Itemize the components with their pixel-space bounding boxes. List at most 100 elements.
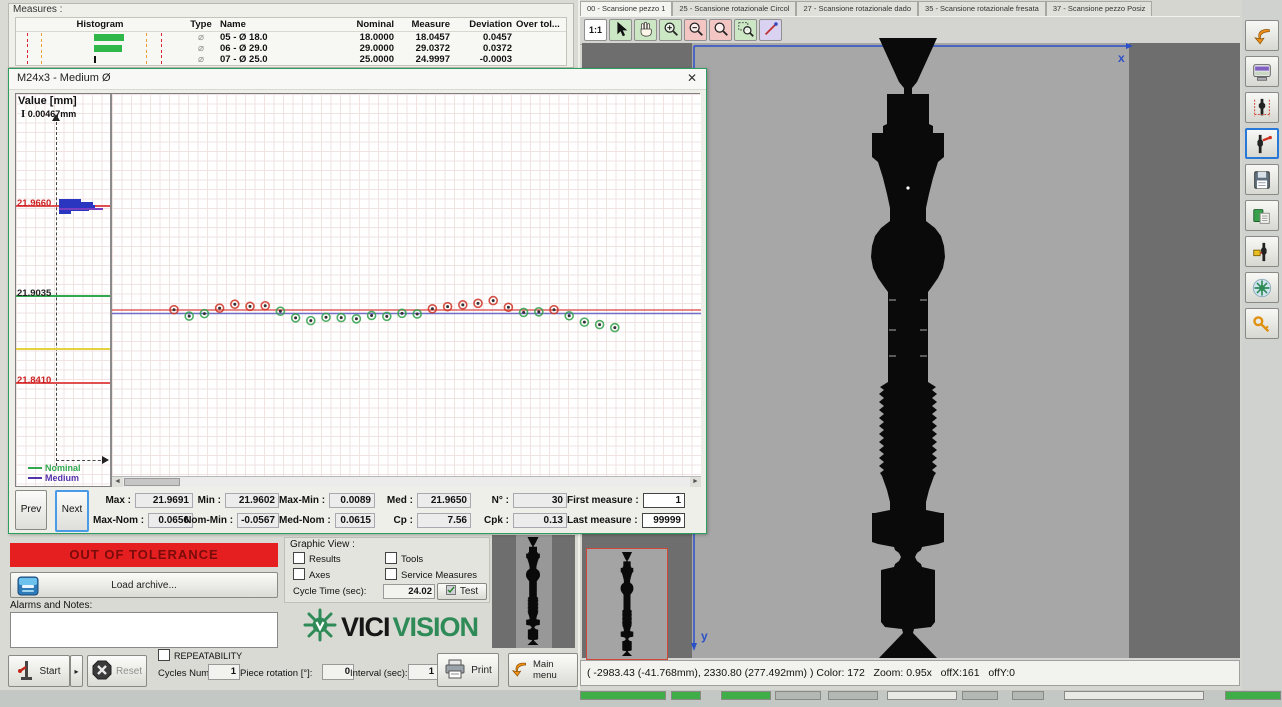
taskbar-item[interactable] [1012, 691, 1044, 700]
save-button[interactable] [1245, 164, 1279, 195]
taskbar-item[interactable] [1064, 691, 1204, 700]
taskbar-item[interactable] [775, 691, 821, 700]
test-button[interactable]: Test [437, 583, 487, 600]
data-point [352, 315, 360, 323]
scan-tab[interactable]: 25 - Scansione rotazionale Circol [672, 1, 796, 16]
zoom-previous-tool-button[interactable] [709, 19, 732, 41]
measure-line-tool-button[interactable] [759, 19, 782, 41]
scan-tab[interactable]: 00 - Scansione pezzo 1 [580, 1, 672, 16]
right-toolbar [1242, 0, 1282, 707]
legend-nominal: Nominal [28, 463, 81, 473]
value-axis-panel: Value [mm] I 0.00467mm 21.9660 21.9035 2… [16, 94, 112, 486]
taskbar-item[interactable] [1225, 691, 1281, 700]
checkbox-service-measures[interactable]: Service Measures [385, 568, 477, 581]
alarms-notes-input[interactable] [10, 612, 278, 648]
checkbox-axes[interactable]: Axes [293, 568, 330, 581]
plot-hscrollbar[interactable]: ◄ ► [112, 476, 701, 487]
main-menu-button[interactable]: Main menu [508, 653, 578, 687]
load-archive-label: Load archive... [111, 580, 177, 591]
measures-rows: ⌀05 - Ø 18.018.000018.04570.0457⌀06 - Ø … [16, 32, 566, 65]
column-header: Measure [396, 19, 452, 30]
tolerance-dash-icon [161, 55, 162, 64]
close-icon[interactable]: ✕ [684, 71, 700, 85]
measures-panel: Measures : HistogramTypeNameNominalMeasu… [8, 3, 574, 68]
vici-info-button[interactable] [1245, 272, 1279, 303]
scan-tab[interactable]: 35 - Scansione rotazionale fresata [918, 1, 1046, 16]
taskbar-item[interactable] [887, 691, 957, 700]
measure-program-button[interactable] [1245, 92, 1279, 123]
table-row[interactable]: ⌀07 - Ø 25.025.000024.9997-0.0003 [16, 54, 566, 65]
pan-tool-button[interactable] [634, 19, 657, 41]
stat-label: Min : [198, 495, 225, 506]
access-key-button[interactable] [1245, 308, 1279, 339]
magnifier-icon [712, 20, 730, 38]
scan-tab[interactable]: 27 - Scansione rotazionale dado [796, 1, 918, 16]
printer-icon [444, 659, 466, 682]
interval-field[interactable]: 1 [408, 664, 438, 680]
table-row[interactable]: ⌀06 - Ø 29.029.000029.03720.0372 [16, 43, 566, 54]
checkbox-tools[interactable]: Tools [385, 552, 423, 565]
stat-field: 0.0615 [335, 513, 375, 528]
cycles-num-field[interactable]: 1 [208, 664, 240, 680]
zoom-window-tool-button[interactable] [734, 19, 757, 41]
zoom-in-tool-button[interactable] [659, 19, 682, 41]
scroll-left-icon[interactable]: ◄ [112, 477, 123, 487]
prev-button[interactable]: Prev [15, 490, 47, 530]
start-button[interactable]: Start [8, 655, 70, 687]
screen: Measures : HistogramTypeNameNominalMeasu… [0, 0, 1282, 707]
name-cell: 07 - Ø 25.0 [218, 54, 338, 65]
dialog-titlebar[interactable]: M24x3 - Medium Ø ✕ [9, 69, 706, 90]
stat-input[interactable]: 1 [643, 493, 685, 508]
scroll-right-icon[interactable]: ► [690, 477, 701, 487]
repeatability-checkbox[interactable]: REPEATABILITY [158, 649, 242, 661]
dialog-title: M24x3 - Medium Ø [17, 72, 111, 84]
main-menu-nav-button[interactable] [1245, 20, 1279, 51]
measure-cell: 18.0457 [396, 32, 452, 43]
taskbar-item[interactable] [828, 691, 878, 700]
scan-zoom-thumbnail[interactable] [586, 548, 668, 660]
deviation-cell: 0.0372 [452, 43, 514, 54]
part-preview-thumbnail[interactable] [492, 535, 575, 648]
zoom-1-1-button[interactable]: 1:1 [584, 19, 607, 41]
vicivision-logo: VICIVISION [292, 604, 488, 650]
tools-setup-button[interactable] [1245, 236, 1279, 267]
vici-logo-icon [1251, 277, 1273, 299]
reset-button[interactable]: Reset [87, 655, 147, 687]
column-header: Type [184, 19, 218, 30]
results-monitor-button[interactable] [1245, 56, 1279, 87]
nominal-cell: 25.0000 [338, 54, 396, 65]
start-dropdown-button[interactable]: ▸ [70, 655, 83, 687]
table-row[interactable]: ⌀05 - Ø 18.018.000018.04570.0457 [16, 32, 566, 43]
zoom-out-tool-button[interactable] [684, 19, 707, 41]
checkbox-results[interactable]: Results [293, 552, 341, 565]
orange-arrow-icon [1251, 25, 1273, 47]
results-monitor-icon [1251, 61, 1273, 83]
scan-tab[interactable]: 37 - Scansione pezzo Posiz [1046, 1, 1153, 16]
stat-input[interactable]: 99999 [642, 513, 685, 528]
next-button[interactable]: Next [55, 490, 89, 532]
print-button[interactable]: Print [437, 653, 499, 687]
main-menu-arrow-icon [509, 659, 529, 682]
data-point [322, 313, 330, 321]
measures-panel-title: Measures : [13, 4, 62, 15]
scrollbar-thumb[interactable] [124, 478, 180, 486]
stat-label: Med-Nom : [279, 515, 335, 526]
measurement-plot[interactable] [112, 94, 701, 476]
measure-cell: 29.0372 [396, 43, 452, 54]
cycle-time-field: 24.02 [383, 584, 435, 599]
alarms-label: Alarms and Notes: [10, 600, 92, 611]
select-tool-button[interactable] [609, 19, 632, 41]
zoom-in-icon [662, 20, 680, 38]
taskbar-item[interactable] [962, 691, 998, 700]
export-results-button[interactable] [1245, 200, 1279, 231]
taskbar-item[interactable] [580, 691, 666, 700]
start-measure-button[interactable] [1245, 128, 1279, 159]
taskbar-item[interactable] [671, 691, 701, 700]
axis-y-label: y [701, 629, 708, 643]
status-banner: OUT OF TOLERANCE [10, 543, 278, 567]
taskbar-item[interactable] [721, 691, 771, 700]
measures-table[interactable]: HistogramTypeNameNominalMeasureDeviation… [15, 17, 567, 66]
axis-arrow-up-icon [52, 114, 60, 121]
load-archive-button[interactable]: Load archive... [10, 572, 278, 598]
data-point [246, 302, 254, 310]
